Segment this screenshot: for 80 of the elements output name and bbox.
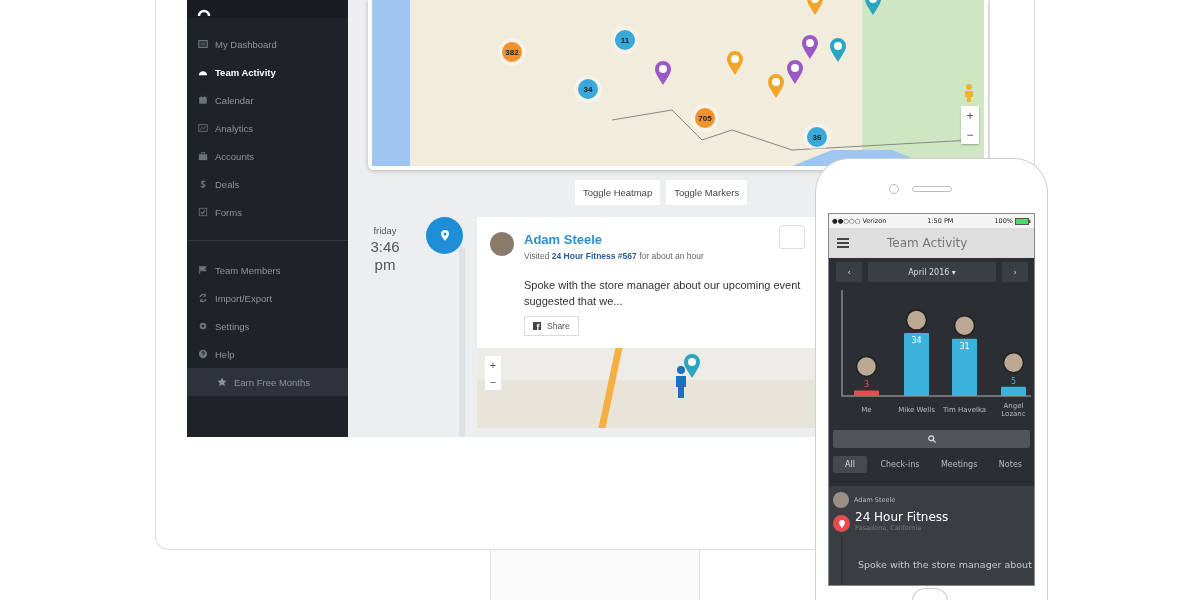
map-pin-icon[interactable] <box>767 73 785 99</box>
filter-tab[interactable]: All <box>833 456 867 473</box>
sidebar-item[interactable]: Import/Export <box>187 284 348 312</box>
share-button[interactable]: Share <box>524 316 579 336</box>
bar-value-label: 3 <box>863 380 870 390</box>
person-icon[interactable] <box>964 84 974 102</box>
briefcase-icon <box>198 151 208 161</box>
filter-tab[interactable]: Check-ins <box>872 456 928 473</box>
map-pin-icon[interactable] <box>801 34 819 60</box>
sidebar-item[interactable]: Deals <box>187 170 348 198</box>
map-pin-icon[interactable] <box>829 37 847 63</box>
next-button[interactable]: › <box>1002 262 1028 282</box>
sidebar-item[interactable]: Forms <box>187 198 348 226</box>
visit-summary: Visited 24 Hour Fitness #567 for about an hour <box>524 251 704 261</box>
map-pin-icon[interactable] <box>654 60 672 86</box>
sidebar-item[interactable]: Help <box>187 340 348 368</box>
screen-title: Team Activity <box>887 236 968 250</box>
chart-icon <box>198 123 208 133</box>
filter-tab[interactable]: Notes <box>990 456 1030 473</box>
time-label: 3:46 <box>369 239 401 254</box>
sidebar-item[interactable]: Team Activity <box>187 58 348 86</box>
battery-icon <box>1015 217 1031 225</box>
cluster-badge[interactable]: 11 <box>615 30 635 50</box>
zoom-out-button[interactable]: − <box>961 125 979 144</box>
avatar <box>833 492 849 508</box>
person-icon <box>675 366 687 398</box>
dollar-icon <box>198 179 208 189</box>
avatar <box>953 314 976 337</box>
user-name[interactable]: Adam Steele <box>524 232 704 247</box>
map-pin-icon[interactable] <box>683 353 701 379</box>
avatar <box>855 355 878 378</box>
search-icon <box>927 435 936 443</box>
sidebar-item[interactable]: Calendar <box>187 86 348 114</box>
avatar <box>490 232 514 256</box>
month-dropdown[interactable]: April 2016 ▾ <box>868 262 996 282</box>
previous-button[interactable]: ‹ <box>836 262 862 282</box>
bar-value-label: 34 <box>911 336 922 346</box>
help-icon <box>198 349 208 359</box>
speaker-grille <box>912 186 952 192</box>
refresh-icon <box>198 293 208 303</box>
map-pin-icon[interactable] <box>786 59 804 85</box>
calendar-icon <box>198 95 208 105</box>
sidebar-item[interactable]: Analytics <box>187 114 348 142</box>
star-icon <box>217 377 227 387</box>
settings-icon <box>198 321 208 331</box>
search-field[interactable] <box>833 430 1030 448</box>
promo-link[interactable]: Earn Free Months <box>187 368 348 396</box>
map-pin-icon[interactable] <box>726 50 744 76</box>
list-icon <box>198 39 208 49</box>
cluster-badge[interactable]: 34 <box>578 79 598 99</box>
promo-label: Earn Free Months <box>234 376 311 388</box>
day-label: friday <box>372 225 398 236</box>
location-pin-icon <box>838 519 845 528</box>
flag-icon <box>198 265 208 275</box>
zoom-in-button[interactable]: + <box>961 106 979 125</box>
toggle-button[interactable]: Toggle Markers <box>666 180 748 205</box>
activity-note: Spoke with the store manager about our upcoming event suggested that we... <box>524 278 802 309</box>
sidebar-item[interactable]: Settings <box>187 312 348 340</box>
bar-value-label: 5 <box>1010 376 1017 386</box>
sidebar-item[interactable]: Accounts <box>187 142 348 170</box>
bar[interactable] <box>854 390 879 396</box>
cluster-badge[interactable]: 705 <box>695 108 715 128</box>
cluster-badge[interactable]: 382 <box>502 42 522 62</box>
avatar <box>905 309 928 331</box>
sidebar-item[interactable]: My Dashboard <box>187 30 348 58</box>
toggle-button[interactable]: Toggle Heatmap <box>575 180 661 205</box>
cluster-badge[interactable]: 36 <box>807 127 827 147</box>
bar[interactable] <box>1001 386 1026 396</box>
bar-value-label: 31 <box>959 341 970 351</box>
meridiem-label: pm <box>373 257 397 272</box>
place-name: 24 Hour Fitness <box>855 510 949 524</box>
checkbox-icon <box>198 207 208 217</box>
avatar <box>1002 352 1025 374</box>
location-pin-icon <box>440 230 449 241</box>
facebook-icon <box>533 322 541 330</box>
activity-note: Spoke with the store manager about <box>858 559 1033 570</box>
filter-tab[interactable]: Meetings <box>932 456 986 473</box>
sidebar-item[interactable]: Team Members <box>187 256 348 284</box>
people-button[interactable] <box>779 225 805 249</box>
menu-icon[interactable] <box>837 238 849 248</box>
